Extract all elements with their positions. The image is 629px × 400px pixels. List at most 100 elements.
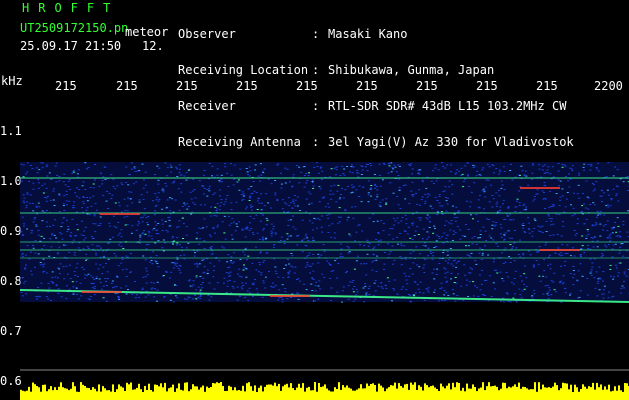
noise-pixel — [38, 206, 41, 208]
noise-pixel — [236, 226, 239, 228]
noise-pixel — [569, 167, 572, 169]
spectrum-bar — [266, 384, 268, 400]
noise-pixel — [117, 221, 120, 223]
spectrum-bar — [140, 389, 142, 400]
noise-pixel — [426, 231, 429, 233]
noise-pixel — [412, 195, 414, 197]
noise-pixel — [262, 172, 265, 174]
noise-pixel — [569, 294, 571, 296]
noise-pixel — [514, 206, 517, 208]
noise-pixel — [540, 176, 543, 178]
noise-pixel — [423, 264, 426, 266]
noise-pixel — [242, 269, 245, 271]
noise-pixel — [523, 203, 526, 205]
noise-pixel — [448, 186, 451, 188]
spectrum-bar — [434, 387, 436, 400]
spectrum-bar — [324, 384, 326, 400]
spectrum-bar — [84, 386, 86, 400]
noise-pixel — [393, 224, 395, 226]
noise-pixel — [465, 224, 467, 225]
noise-pixel — [609, 233, 612, 235]
noise-pixel — [498, 195, 501, 197]
noise-pixel — [555, 291, 558, 293]
noise-pixel — [392, 288, 395, 289]
noise-pixel — [591, 262, 594, 264]
spectrum-bar — [550, 388, 552, 400]
noise-pixel — [405, 218, 408, 220]
noise-pixel — [614, 221, 617, 223]
noise-pixel — [480, 283, 483, 285]
noise-pixel — [208, 188, 210, 190]
noise-pixel — [451, 193, 454, 195]
spectrum-bar — [60, 382, 62, 400]
noise-pixel — [523, 230, 526, 232]
noise-pixel — [250, 186, 253, 187]
noise-pixel — [400, 243, 403, 245]
noise-pixel — [76, 224, 79, 225]
noise-pixel — [39, 262, 42, 263]
spectrum-bar — [194, 386, 196, 400]
noise-pixel — [516, 198, 519, 200]
noise-pixel — [192, 178, 195, 180]
noise-pixel — [61, 238, 64, 240]
noise-pixel — [528, 228, 531, 230]
noise-pixel — [287, 219, 290, 221]
noise-pixel — [403, 230, 406, 232]
noise-pixel — [387, 243, 390, 245]
noise-pixel — [247, 299, 250, 301]
spectrum-bar — [28, 386, 30, 400]
noise-pixel — [75, 235, 78, 236]
noise-pixel — [502, 203, 505, 205]
noise-pixel — [263, 205, 266, 207]
noise-pixel — [550, 206, 553, 207]
noise-pixel — [368, 294, 371, 295]
noise-pixel — [479, 289, 482, 291]
noise-pixel — [58, 268, 61, 270]
noise-pixel — [510, 281, 513, 283]
noise-pixel — [512, 297, 515, 299]
noise-pixel — [563, 211, 566, 213]
noise-pixel — [612, 295, 615, 297]
noise-pixel — [45, 187, 48, 189]
spectrum-bar — [312, 390, 314, 400]
noise-pixel — [383, 252, 386, 253]
noise-pixel — [453, 259, 456, 261]
spectrum-bar — [304, 391, 306, 400]
noise-pixel — [339, 256, 342, 258]
noise-pixel — [525, 286, 528, 288]
noise-pixel — [432, 232, 435, 234]
noise-pixel — [457, 273, 459, 275]
noise-pixel — [492, 261, 495, 263]
noise-pixel — [352, 291, 355, 293]
spectrum-bar — [134, 389, 136, 400]
noise-pixel — [374, 185, 377, 187]
noise-pixel — [216, 203, 219, 204]
noise-pixel — [445, 281, 448, 283]
noise-pixel — [598, 289, 601, 291]
noise-pixel — [22, 176, 25, 178]
noise-pixel — [291, 255, 294, 257]
noise-pixel — [615, 264, 617, 266]
noise-pixel — [154, 174, 156, 175]
noise-pixel — [533, 293, 536, 295]
noise-pixel — [214, 206, 217, 208]
noise-pixel — [75, 267, 78, 269]
noise-pixel — [392, 217, 395, 219]
noise-pixel — [518, 190, 521, 192]
noise-pixel — [37, 229, 40, 231]
noise-pixel — [58, 232, 61, 234]
noise-pixel — [617, 272, 620, 274]
noise-pixel — [303, 238, 306, 240]
noise-pixel — [274, 180, 277, 181]
noise-pixel — [151, 263, 154, 265]
spectrum-bar — [424, 383, 426, 400]
noise-pixel — [409, 237, 412, 239]
noise-pixel — [311, 182, 314, 183]
noise-pixel — [150, 260, 153, 261]
noise-pixel — [256, 292, 259, 294]
noise-pixel — [414, 230, 417, 232]
noise-pixel — [86, 168, 88, 170]
noise-pixel — [180, 246, 183, 248]
noise-pixel — [541, 169, 544, 171]
noise-pixel — [598, 213, 601, 215]
